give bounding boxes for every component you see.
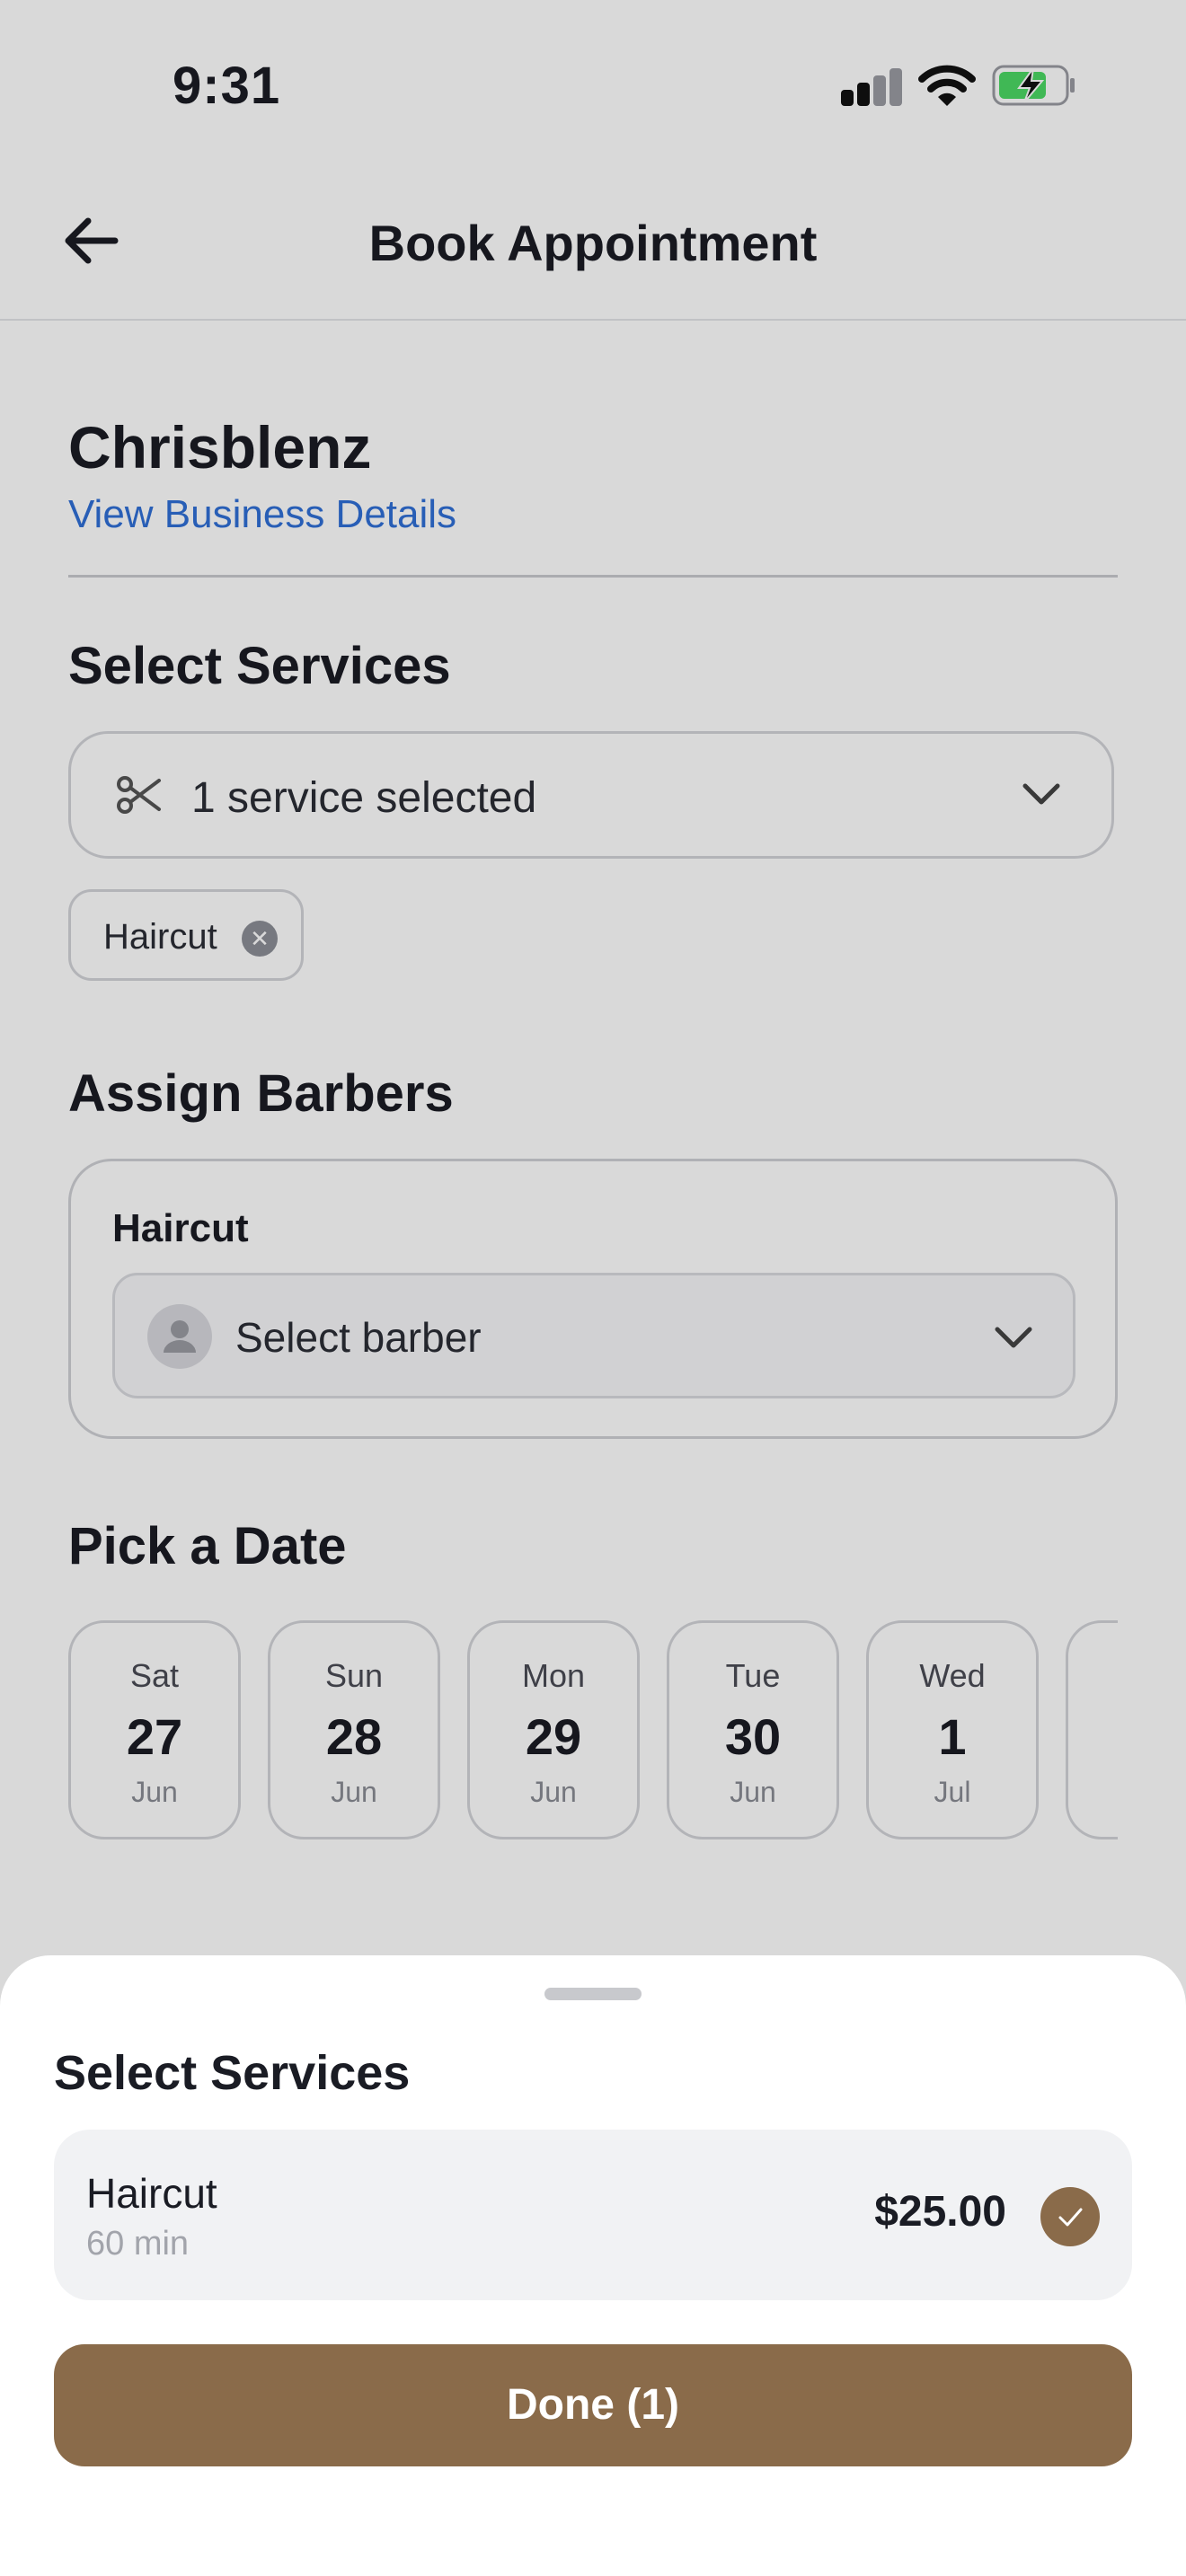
sheet-drag-handle[interactable] (544, 1988, 642, 2000)
checkmark-icon[interactable] (1040, 2187, 1100, 2246)
app-screen: 9:31 Book Appointment Chrisblenz View Bu… (0, 0, 1186, 2576)
service-duration: 60 min (86, 2225, 190, 2263)
service-name: Haircut (86, 2170, 217, 2217)
done-button[interactable]: Done (1) (54, 2344, 1132, 2466)
service-price: $25.00 (874, 2188, 1006, 2236)
service-option-haircut[interactable]: Haircut 60 min $25.00 (54, 2130, 1132, 2300)
select-services-sheet: Select Services Haircut 60 min $25.00 Do… (0, 1955, 1186, 2576)
sheet-title: Select Services (54, 2046, 411, 2100)
